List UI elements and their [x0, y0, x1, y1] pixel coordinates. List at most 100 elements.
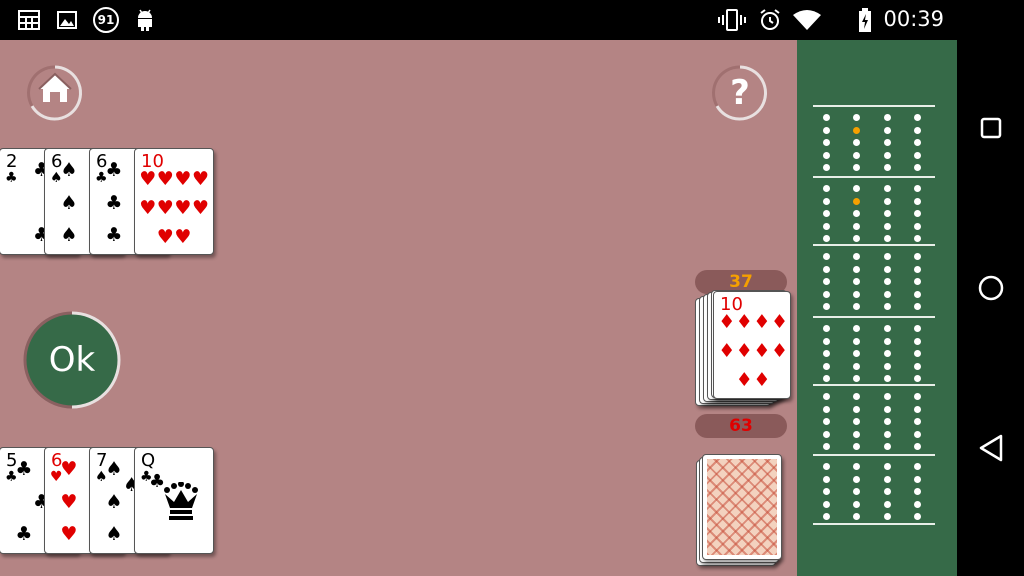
peg-hole	[823, 185, 830, 192]
peg-hole	[884, 278, 891, 285]
peg-hole	[884, 164, 891, 171]
peg-hole	[853, 475, 860, 483]
peg-hole	[823, 164, 830, 171]
recents-button[interactable]	[977, 114, 1005, 142]
peg-hole	[823, 114, 830, 121]
peg-hole	[853, 393, 860, 400]
calendar-grid-icon	[18, 8, 40, 32]
peg-hole	[914, 443, 921, 450]
playing-card[interactable]: 10♦♦♦♦♦♦♦♦♦♦♦	[713, 291, 791, 399]
image-icon	[56, 8, 78, 32]
card-pip: ♦	[718, 310, 736, 333]
peg-hole	[914, 488, 921, 495]
playing-card[interactable]: 10♥♥♥♥♥♥♥♥♥♥♥	[134, 148, 214, 255]
peg-hole	[884, 375, 891, 382]
peg-hole	[853, 337, 860, 345]
peg-hole	[914, 114, 921, 121]
player-score: 63	[695, 414, 787, 438]
card-pip: ♣	[15, 458, 33, 481]
peg-hole	[823, 278, 830, 285]
board-divider	[813, 176, 935, 178]
peg-hole	[884, 362, 891, 370]
peg-hole	[823, 443, 830, 450]
card-pip: ♥	[139, 167, 157, 190]
peg-hole	[884, 500, 891, 508]
card-pip: ♣	[105, 223, 123, 246]
home-button[interactable]	[26, 64, 84, 122]
peg-hole	[823, 375, 830, 382]
peg-hole	[853, 430, 860, 438]
peg-hole	[823, 393, 830, 400]
peg-hole	[823, 290, 830, 298]
peg-hole	[823, 513, 830, 520]
peg-hole	[914, 405, 921, 413]
peg-hole	[914, 500, 921, 508]
peg-hole	[914, 210, 921, 217]
card-pip: ♦	[771, 339, 789, 362]
peg-hole	[853, 375, 860, 382]
peg-hole	[823, 253, 830, 260]
card-back-pattern	[707, 459, 777, 555]
peg-hole	[853, 185, 860, 192]
peg-hole	[884, 463, 891, 470]
help-glyph: ?	[730, 73, 750, 113]
card-rank: 2	[6, 151, 18, 172]
peg-hole	[853, 463, 860, 470]
peg-hole	[914, 222, 921, 230]
queen-crown-icon	[164, 482, 198, 520]
peg-hole	[823, 362, 830, 370]
peg-hole	[914, 235, 921, 242]
card-pip: ♠	[60, 223, 78, 246]
peg-hole	[823, 197, 830, 205]
peg-hole	[884, 114, 891, 121]
peg-hole	[914, 151, 921, 159]
nav-home-button[interactable]	[977, 274, 1005, 302]
ok-button-label: Ok	[48, 340, 96, 380]
peg-hole	[914, 278, 921, 285]
peg-hole	[914, 350, 921, 357]
peg-hole	[823, 303, 830, 310]
home-icon	[27, 65, 82, 121]
notification-badge-icon: 91	[92, 7, 120, 33]
peg-hole	[823, 235, 830, 242]
peg-hole	[914, 362, 921, 370]
triangle-back-icon	[979, 434, 1003, 462]
peg-hole	[853, 265, 860, 273]
peg-hole	[884, 290, 891, 298]
card-pip: ♠	[105, 458, 123, 481]
peg-hole	[914, 325, 921, 332]
peg-hole	[914, 197, 921, 205]
card-rank: Q	[141, 450, 156, 471]
card-pip: ♥	[60, 490, 78, 513]
peg-hole	[853, 164, 860, 171]
peg-hole	[823, 139, 830, 146]
card-pip: ♥	[60, 522, 78, 545]
card-pip: ♥	[192, 167, 210, 190]
peg-hole	[914, 303, 921, 310]
peg-hole	[884, 325, 891, 332]
cribbage-board	[797, 40, 957, 576]
peg-hole	[914, 475, 921, 483]
playing-card[interactable]: Q ♣ ♣	[134, 447, 214, 554]
peg-hole	[853, 151, 860, 159]
ok-button[interactable]: Ok	[22, 310, 122, 410]
peg-hole	[823, 222, 830, 230]
board-divider	[813, 523, 935, 525]
peg-hole	[884, 303, 891, 310]
peg-hole	[853, 290, 860, 298]
card-pip: ♦	[718, 339, 736, 362]
help-button[interactable]: ?	[711, 64, 769, 122]
peg-hole	[823, 210, 830, 217]
score-peg	[853, 126, 860, 134]
back-button[interactable]	[977, 434, 1005, 462]
card-pip: ♠	[105, 490, 123, 513]
card-pip: ♥	[156, 225, 174, 248]
peg-hole	[884, 350, 891, 357]
badge-count: 91	[93, 7, 119, 33]
peg-hole	[853, 114, 860, 121]
peg-hole	[853, 235, 860, 242]
peg-hole	[884, 210, 891, 217]
peg-hole	[914, 393, 921, 400]
peg-hole	[914, 430, 921, 438]
peg-hole	[853, 278, 860, 285]
